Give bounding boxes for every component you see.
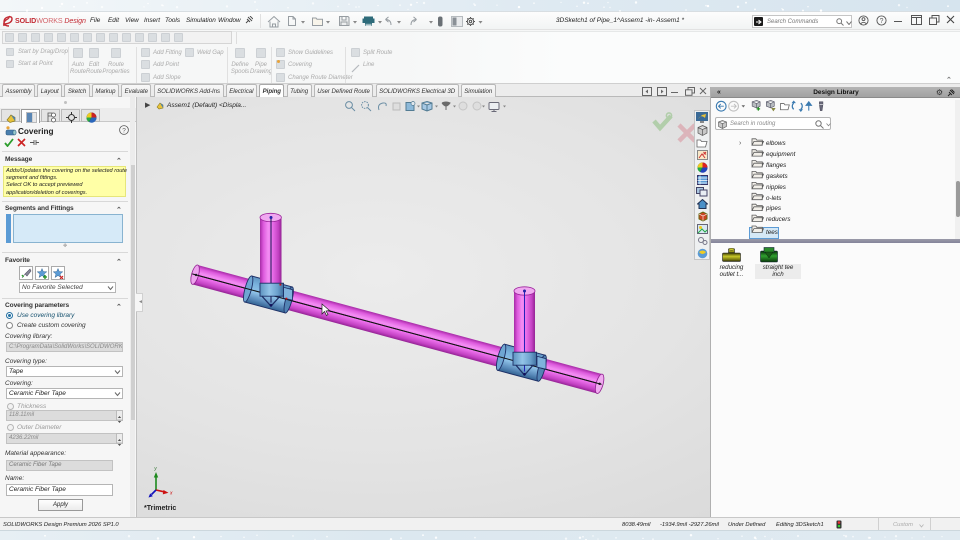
svg-text:?: ? (122, 127, 126, 134)
svg-text:y: y (153, 466, 157, 472)
svg-text:?: ? (880, 17, 884, 24)
svg-text:x: x (169, 491, 173, 497)
